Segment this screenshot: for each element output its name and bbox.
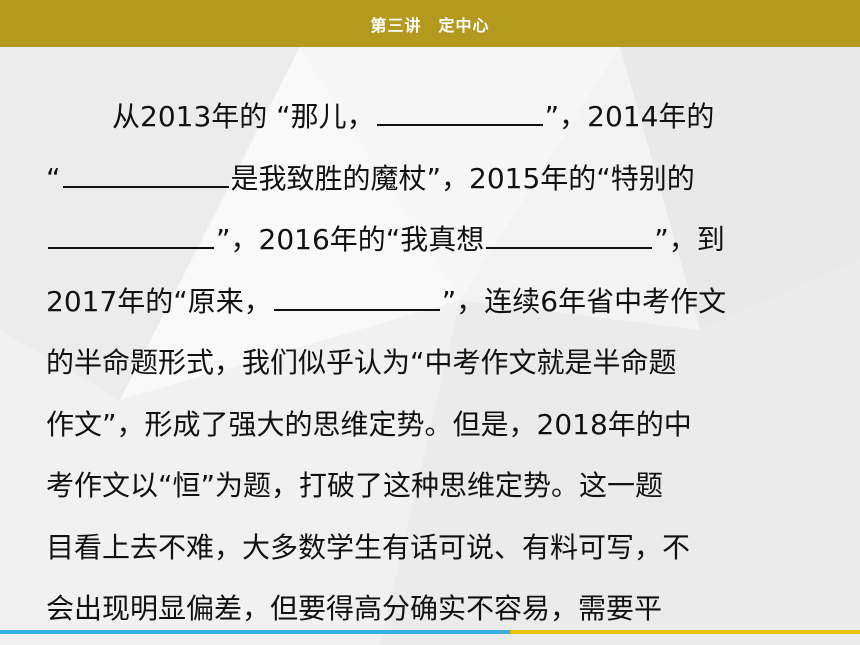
body-text: 从2013年的 “那儿， ”，2014年的 “ 是我致胜的魔杖”，2015年的“特别的…: [46, 86, 836, 640]
paragraph-line: 的半命题形式，我们似乎认为“中考作文就是半命题: [46, 332, 836, 394]
paragraph-text: 考作文以“恒”为题，打破了这种思维定势。这一题: [46, 469, 664, 502]
fill-in-blank: [273, 285, 440, 311]
paragraph-text: 从2013年的 “那儿，: [112, 100, 375, 133]
paragraph-line: ”，2016年的“我真想 ”，到: [46, 209, 836, 271]
paragraph-line: “ 是我致胜的魔杖”，2015年的“特别的: [46, 148, 836, 210]
paragraph-line: 从2013年的 “那儿， ”，2014年的: [46, 86, 836, 148]
fill-in-blank: [62, 162, 229, 188]
fill-in-blank: [376, 100, 543, 126]
paragraph-text: 会出现明显偏差，但要得高分确实不容易，需要平: [46, 592, 663, 625]
bottom-accent-line-left: [0, 630, 510, 634]
fill-in-blank: [486, 223, 653, 249]
paragraph-text: “: [46, 161, 61, 195]
paragraph-text: 的半命题形式，我们似乎认为“中考作文就是半命题: [46, 346, 677, 379]
paragraph-text: 是我致胜的魔杖”，2015年的“特别的: [230, 161, 695, 195]
paragraph-text: ”，到: [654, 223, 725, 256]
paragraph-line: 2017年的“原来， ”，连续6年省中考作文: [46, 271, 836, 333]
paragraph-text: ”，2014年的: [544, 100, 715, 133]
slide: 第三讲 定中心 从2013年的 “那儿， ”，2014年的 “ 是我致胜的魔杖”，20…: [0, 0, 860, 645]
paragraph-line: 考作文以“恒”为题，打破了这种思维定势。这一题: [46, 455, 836, 517]
paragraph-text: 2017年的“原来，: [46, 284, 272, 318]
paragraph-line: 作文”，形成了强大的思维定势。但是，2018年的中: [46, 394, 836, 456]
paragraph-line: 目看上去不难，大多数学生有话可说、有料可写，不: [46, 517, 836, 579]
paragraph-text: 目看上去不难，大多数学生有话可说、有料可写，不: [46, 530, 691, 564]
bottom-accent-line-right: [510, 630, 860, 634]
slide-title: 第三讲 定中心: [370, 15, 490, 35]
paragraph-text: ”，连续6年省中考作文: [441, 284, 727, 318]
paragraph-text: ”，2016年的“我真想: [216, 223, 485, 256]
paragraph-text: 作文”，形成了强大的思维定势。但是，2018年的中: [46, 407, 692, 441]
header-bar: 第三讲 定中心: [0, 0, 860, 47]
fill-in-blank: [48, 223, 214, 249]
